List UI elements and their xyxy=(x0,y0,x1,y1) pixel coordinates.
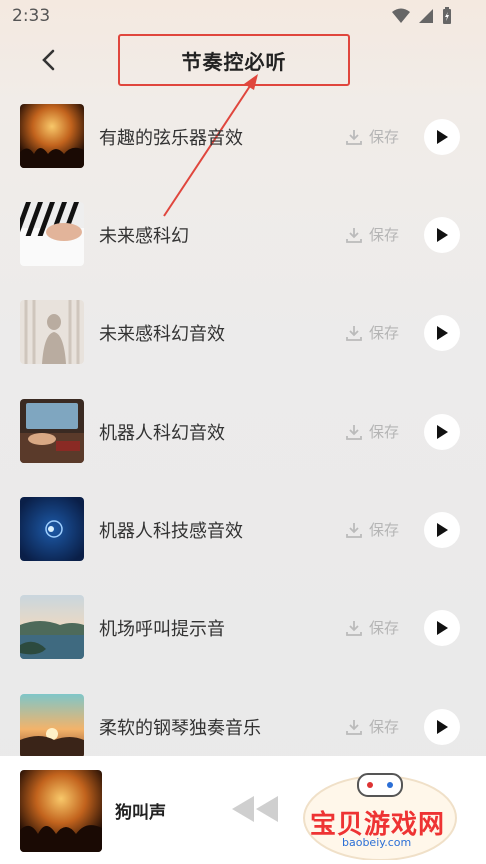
play-button[interactable] xyxy=(424,315,460,351)
battery-icon xyxy=(443,7,451,24)
download-icon xyxy=(346,424,362,440)
play-button[interactable] xyxy=(424,119,460,155)
song-thumbnail xyxy=(20,300,84,364)
mini-player[interactable]: 狗叫声 宝贝游戏网 baobeiy.com xyxy=(0,756,486,864)
play-button[interactable] xyxy=(424,414,460,450)
song-title: 机器人科幻音效 xyxy=(99,423,225,444)
download-icon xyxy=(346,719,362,735)
song-title: 有趣的弦乐器音效 xyxy=(99,128,243,149)
song-row[interactable]: 有趣的弦乐器音效 保存 xyxy=(0,86,486,184)
status-bar: 2:33 xyxy=(0,0,486,32)
watermark-logo: 宝贝游戏网 baobeiy.com xyxy=(300,766,460,861)
save-button[interactable]: 保存 xyxy=(345,224,399,245)
song-row[interactable]: 机器人科技感音效 保存 xyxy=(0,479,486,577)
song-row[interactable]: 未来感科幻 保存 xyxy=(0,184,486,282)
play-button[interactable] xyxy=(424,709,460,745)
play-icon xyxy=(437,720,448,734)
save-button[interactable]: 保存 xyxy=(345,519,399,540)
play-icon xyxy=(437,326,448,340)
status-icons xyxy=(392,7,452,25)
signal-icon xyxy=(419,9,433,23)
song-thumbnail xyxy=(20,399,84,463)
song-title: 柔软的钢琴独奏音乐 xyxy=(99,718,261,739)
song-thumbnail xyxy=(20,595,84,659)
chevron-left-icon xyxy=(42,49,55,71)
song-title: 机器人科技感音效 xyxy=(99,521,243,542)
header: 节奏控必听 xyxy=(0,32,486,90)
save-button[interactable]: 保存 xyxy=(345,322,399,343)
download-icon xyxy=(346,227,362,243)
player-song-title: 狗叫声 xyxy=(115,803,166,823)
player-thumbnail xyxy=(20,770,102,852)
song-title: 未来感科幻音效 xyxy=(99,324,225,345)
page-title: 节奏控必听 xyxy=(181,49,287,74)
song-title: 机场呼叫提示音 xyxy=(99,619,225,640)
download-icon xyxy=(346,620,362,636)
download-icon xyxy=(346,325,362,341)
save-button[interactable]: 保存 xyxy=(345,617,399,638)
song-row[interactable]: 未来感科幻音效 保存 xyxy=(0,282,486,380)
save-label: 保存 xyxy=(369,718,400,736)
save-label: 保存 xyxy=(369,128,400,146)
download-icon xyxy=(346,522,362,538)
save-button[interactable]: 保存 xyxy=(345,716,399,737)
play-button[interactable] xyxy=(424,512,460,548)
save-button[interactable]: 保存 xyxy=(345,421,399,442)
save-button[interactable]: 保存 xyxy=(345,126,399,147)
song-row[interactable]: 机器人科幻音效 保存 xyxy=(0,381,486,479)
status-time: 2:33 xyxy=(12,6,51,26)
previous-button[interactable] xyxy=(232,796,278,826)
play-icon xyxy=(437,523,448,537)
save-label: 保存 xyxy=(369,423,400,441)
save-label: 保存 xyxy=(369,226,400,244)
song-thumbnail xyxy=(20,104,84,168)
play-icon xyxy=(437,621,448,635)
back-button[interactable] xyxy=(32,44,64,76)
wifi-icon xyxy=(392,8,410,23)
play-button[interactable] xyxy=(424,217,460,253)
play-icon xyxy=(437,228,448,242)
song-thumbnail xyxy=(20,202,84,266)
play-button[interactable] xyxy=(424,610,460,646)
save-label: 保存 xyxy=(369,521,400,539)
save-label: 保存 xyxy=(369,619,400,637)
save-label: 保存 xyxy=(369,324,400,342)
song-title: 未来感科幻 xyxy=(99,226,189,247)
rewind-icon xyxy=(232,796,278,822)
play-icon xyxy=(437,130,448,144)
download-icon xyxy=(346,129,362,145)
title-highlight-box: 节奏控必听 xyxy=(118,34,350,86)
song-thumbnail xyxy=(20,497,84,561)
song-thumbnail xyxy=(20,694,84,758)
song-row[interactable]: 机场呼叫提示音 保存 xyxy=(0,577,486,675)
play-icon xyxy=(437,425,448,439)
watermark-domain: baobeiy.com xyxy=(342,836,412,849)
